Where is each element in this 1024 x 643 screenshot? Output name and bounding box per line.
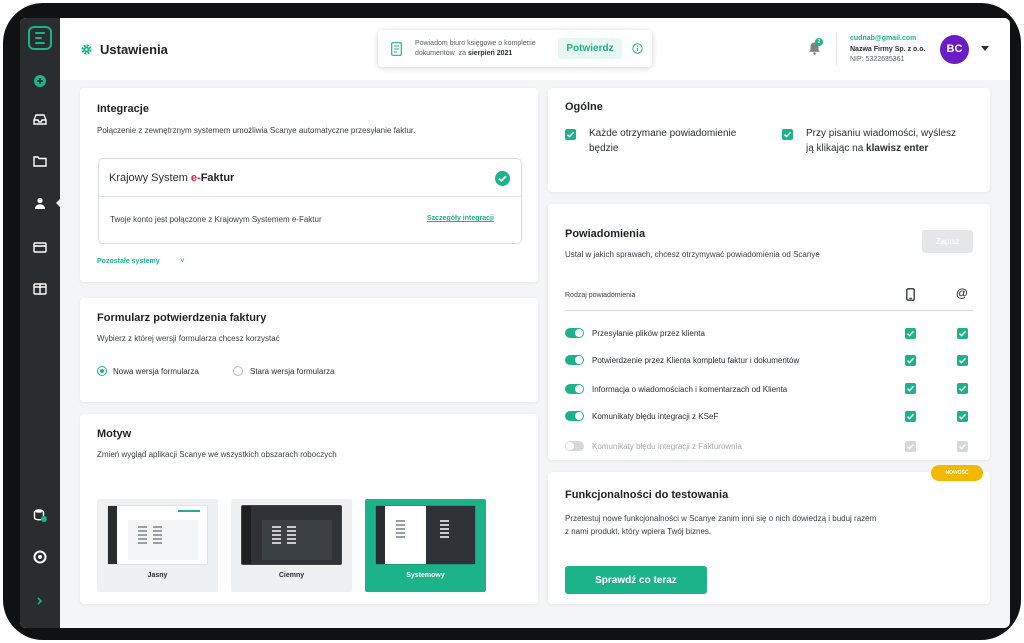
save-button[interactable]: Zapisz <box>922 230 973 253</box>
folder-icon[interactable] <box>20 146 60 176</box>
checkbox-messages-phone[interactable] <box>905 383 916 394</box>
divider <box>836 32 837 66</box>
chevron-down-icon[interactable]: ˅ <box>180 256 185 265</box>
chevron-down-icon[interactable] <box>981 46 989 51</box>
integrations-card: Integracje Połączenie z zewnętrznym syst… <box>80 88 538 282</box>
account-company: Nazwa Firmy Sp. z o.o. <box>850 46 926 53</box>
enter-to-send-label: Przy pisaniu wiadomości, wyślesz ją klika… <box>806 128 957 154</box>
toggle-fakturownia-errors[interactable] <box>565 441 584 451</box>
device-frame: Ustawienia Powiadom biuro księgowe o kom… <box>3 3 1021 640</box>
phone-icon <box>906 288 915 301</box>
connected-check-icon <box>495 171 510 186</box>
radio-new-form[interactable] <box>97 366 107 376</box>
integration-details-link[interactable]: Szczegóły integracji <box>427 215 494 222</box>
checkbox-fakturownia-phone[interactable] <box>905 441 916 452</box>
expand-sidebar-icon[interactable] <box>20 586 60 616</box>
form-version-subtitle: Wybierz z której wersji formularza chces… <box>97 334 280 343</box>
notif-messages-label: Informacja o wiadomościach i komentarzac… <box>592 385 788 394</box>
beta-line2: z nami produkt, który wpiera Twój biznes… <box>565 527 712 536</box>
checkbox-ksef-email[interactable] <box>957 411 968 422</box>
system-name: Krajowy System e-Faktur <box>109 172 235 184</box>
top-bar: Ustawienia Powiadom biuro księgowe o kom… <box>60 18 1010 80</box>
checkbox-messages-email[interactable] <box>957 383 968 394</box>
checkbox-fakturownia-email[interactable] <box>957 441 968 452</box>
add-icon[interactable] <box>20 66 60 96</box>
theme-system-label: Systemowy <box>406 572 445 579</box>
checkbox-notification-mode[interactable] <box>565 129 576 140</box>
layout-icon[interactable] <box>20 274 60 304</box>
integration-status: Twoje konto jest połączone z Krajowym Sy… <box>110 215 322 224</box>
general-card: Ogólne Każde otrzymane powiadomienie będz… <box>548 88 990 192</box>
toggle-messages[interactable] <box>565 384 584 394</box>
divider <box>99 196 521 197</box>
general-title: Ogólne <box>565 101 603 113</box>
notification-count-badge: 2 <box>815 38 823 46</box>
checkbox-ksef-phone[interactable] <box>905 411 916 422</box>
toggle-confirmation[interactable] <box>565 355 584 365</box>
notification-type-header: Rodzaj powiadomienia <box>565 292 636 299</box>
radio-old-form[interactable] <box>233 366 243 376</box>
beta-line1: Przetestuj nowe funkcjonalności w Scanye… <box>565 514 877 523</box>
notif-confirmation-label: Potwierdzenie przez Klienta kompletu fak… <box>592 356 800 365</box>
notification-mode-label: Każde otrzymane powiadomienie będzie <box>589 128 737 154</box>
scanye-logo-icon[interactable] <box>28 26 52 50</box>
system-theme-preview <box>375 505 476 565</box>
notif-file-upload-label: Przesyłanie plików przez klienta <box>592 329 705 338</box>
checkbox-confirmation-email[interactable] <box>957 355 968 366</box>
checkbox-file-upload-email[interactable] <box>957 328 968 339</box>
theme-option-system[interactable]: Systemowy <box>365 499 486 592</box>
other-systems-link[interactable]: Pozostałe systemy <box>97 258 160 265</box>
notif-ksef-errors-label: Komunikaty błędu integracji z KSeF <box>592 412 719 421</box>
theme-subtitle: Zmień wygląd aplikacji Scanye we wszystk… <box>97 450 337 459</box>
theme-card: Motyw Zmień wygląd aplikacji Scanye we w… <box>80 414 538 604</box>
notif-fakturownia-errors-label: Komunikaty błędu integracji z Fakturowni… <box>592 442 742 451</box>
user-icon[interactable] <box>20 188 61 218</box>
confirm-button[interactable]: Potwierdz <box>558 38 622 59</box>
theme-dark-label: Ciemny <box>278 572 305 579</box>
theme-light-label: Jasny <box>147 572 168 579</box>
avatar[interactable]: BC <box>940 35 969 64</box>
info-icon[interactable] <box>632 43 643 54</box>
sidebar <box>20 18 61 628</box>
new-badge: NOWOŚĆ <box>931 465 983 481</box>
beta-features-card: Funkcjonalności do testowania Przetestuj… <box>548 472 990 604</box>
theme-option-dark[interactable]: Ciemny <box>231 499 352 592</box>
accounting-notice: Powiadom biuro księgowe o komplecie doku… <box>378 30 652 67</box>
notifications-subtitle: Ustal w jakich sprawach, chcesz otrzymyw… <box>565 250 820 259</box>
account-email: cudnab@gmail.com <box>850 35 917 42</box>
radio-old-form-label: Stara wersja formularza <box>250 367 335 376</box>
radio-new-form-label: Nowa wersja formularza <box>113 367 199 376</box>
try-now-button[interactable]: Sprawdź co teraz <box>565 566 707 594</box>
notifications-card: Powiadomienia Ustal w jakich sprawach, c… <box>548 204 990 460</box>
integration-system-box: Krajowy System e-Faktur Twoje konto jest… <box>98 158 522 244</box>
light-theme-preview <box>107 505 208 565</box>
card-icon[interactable] <box>20 232 60 262</box>
page-title: Ustawienia <box>100 42 168 57</box>
database-icon[interactable] <box>20 500 60 530</box>
theme-title: Motyw <box>97 428 132 440</box>
beta-title: Funkcjonalności do testowania <box>565 489 729 501</box>
dark-theme-preview <box>241 505 342 565</box>
account-nip: NIP: 5322635361 <box>850 56 905 63</box>
form-version-card: Formularz potwierdzenia faktury Wybierz … <box>80 298 538 402</box>
notifications-title: Powiadomienia <box>565 228 646 240</box>
toggle-ksef-errors[interactable] <box>565 411 584 421</box>
notice-text: Powiadom biuro księgowe o komplecie doku… <box>415 40 536 57</box>
checkbox-enter-to-send[interactable] <box>782 129 793 140</box>
settings-gear-icon <box>81 44 92 55</box>
toggle-file-upload[interactable] <box>565 328 584 338</box>
document-icon <box>391 42 402 56</box>
email-at-icon: @ <box>956 286 968 300</box>
help-icon[interactable] <box>20 542 60 572</box>
checkbox-file-upload-phone[interactable] <box>905 328 916 339</box>
form-version-title: Formularz potwierdzenia faktury <box>97 312 267 324</box>
divider <box>565 310 973 311</box>
integrations-subtitle: Połączenie z zewnętrznym systemem umożli… <box>97 126 416 135</box>
checkbox-confirmation-phone[interactable] <box>905 355 916 366</box>
integrations-title: Integracje <box>97 103 149 115</box>
theme-option-light[interactable]: Jasny <box>97 499 218 592</box>
inbox-icon[interactable] <box>20 104 60 134</box>
app-screen: Ustawienia Powiadom biuro księgowe o kom… <box>20 18 1010 628</box>
